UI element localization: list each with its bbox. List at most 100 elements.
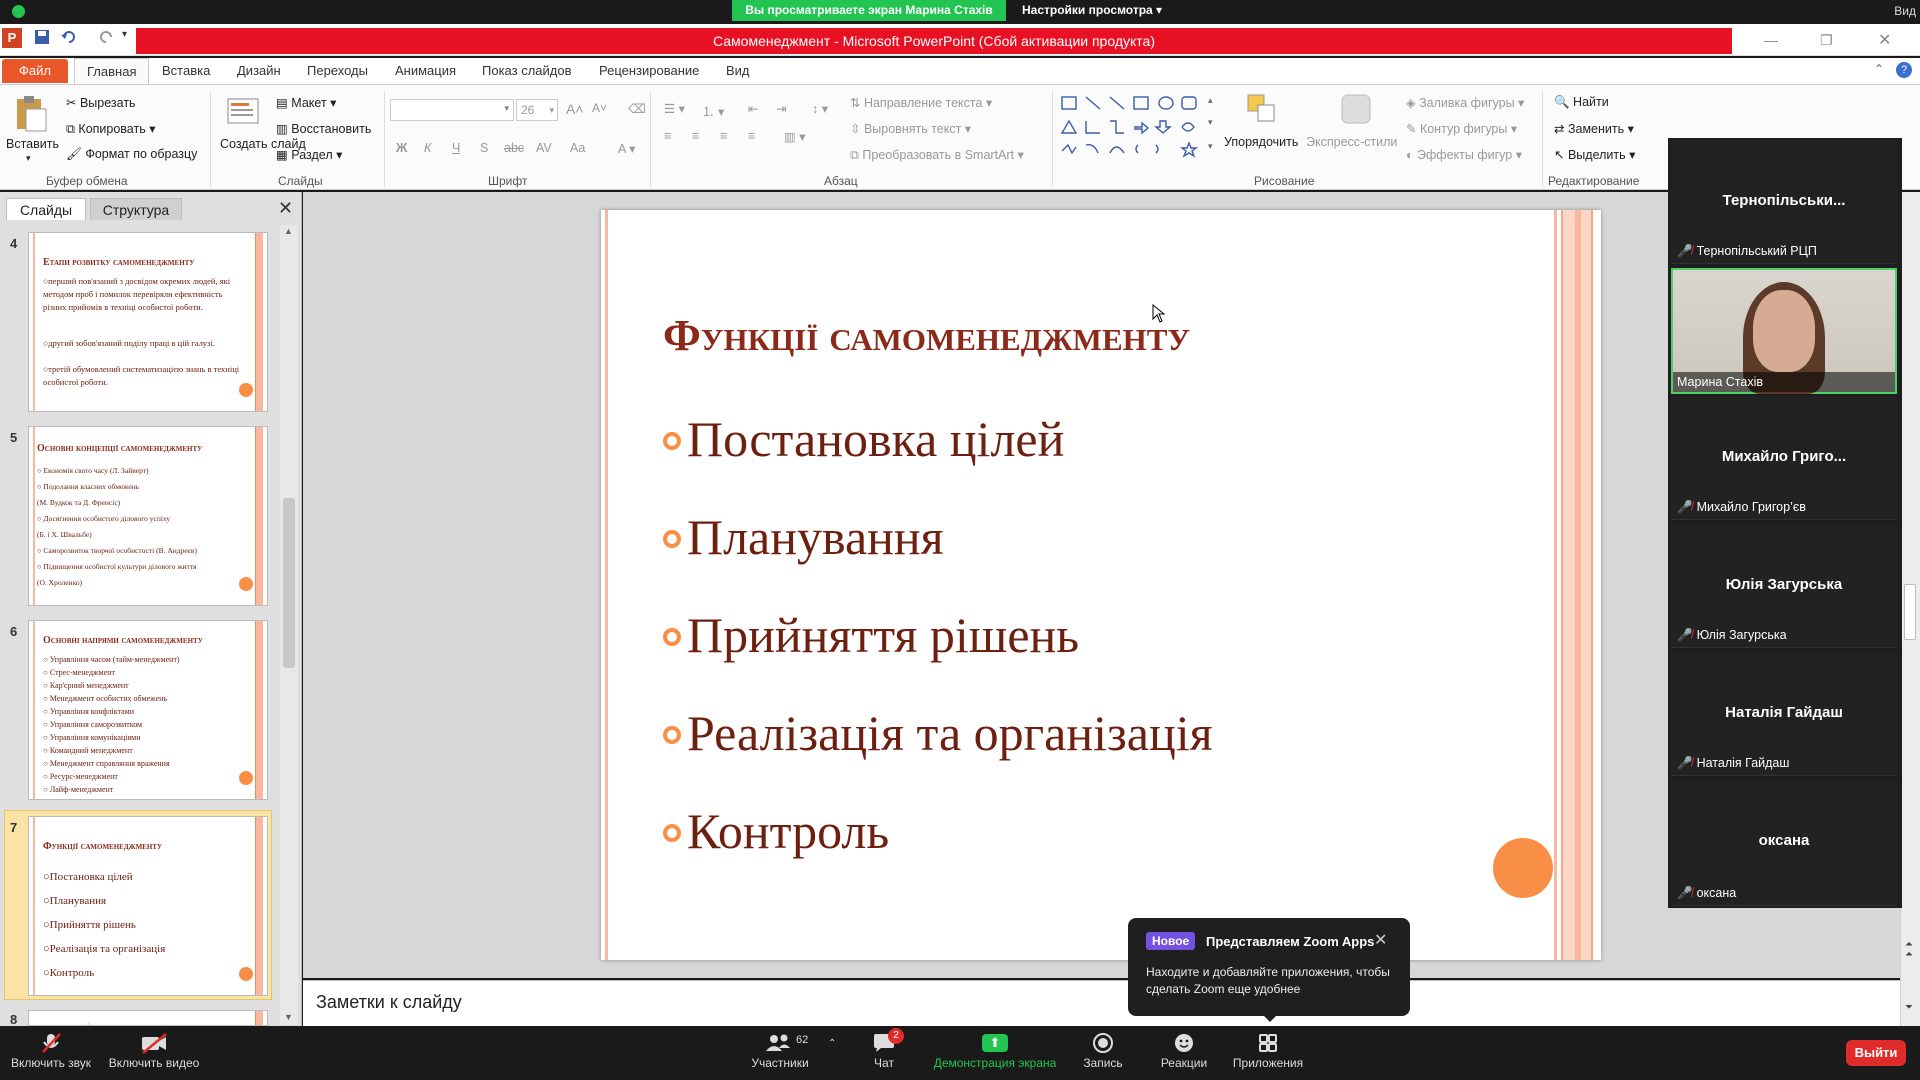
select-button[interactable]: ↖ Выделить ▾	[1554, 147, 1635, 162]
tab-slides[interactable]: Слайды	[6, 198, 86, 220]
notes-pane[interactable]	[303, 980, 1900, 1026]
numbering-icon[interactable]: ⒈ ▾	[702, 101, 724, 120]
line-spacing-icon[interactable]: ↕ ▾	[812, 101, 828, 116]
prev-slide-icon[interactable]: ⏶ ⏶	[1905, 940, 1913, 960]
help-icon[interactable]: ?	[1896, 62, 1912, 78]
save-icon[interactable]	[34, 29, 52, 47]
participant-tile[interactable]: оксана 🎤̸ оксана	[1671, 780, 1897, 906]
close-icon[interactable]: ✕	[1374, 930, 1387, 950]
slide-bullet[interactable]: Постановка цілей	[663, 410, 1064, 468]
slide-title[interactable]: Функції самоменеджменту	[663, 310, 1190, 361]
slide-thumbnail-4[interactable]: Етапи розвитку самоменеджменту ○перший п…	[28, 232, 268, 412]
participant-tile[interactable]: Наталія Гайдаш 🎤̸ Наталія Гайдаш	[1671, 652, 1897, 776]
collapse-ribbon-icon[interactable]: ⌃	[1874, 62, 1884, 76]
reset-button[interactable]: ▥ Восстановить	[276, 121, 371, 136]
gallery-up-icon[interactable]: ▴	[1208, 95, 1213, 106]
align-center-icon[interactable]: ≡	[692, 129, 699, 143]
bold-icon[interactable]: Ж	[396, 141, 407, 155]
spacing-icon[interactable]: AV	[536, 141, 552, 155]
underline-icon[interactable]: Ч	[452, 141, 460, 155]
shadow-icon[interactable]: S	[480, 141, 488, 155]
bullets-icon[interactable]: ☰ ▾	[664, 101, 685, 116]
minimize-icon[interactable]: —	[1764, 32, 1778, 48]
undo-icon[interactable]	[60, 29, 78, 47]
font-family-select[interactable]: ▾	[390, 99, 514, 121]
arrange-icon[interactable]	[1246, 93, 1280, 128]
text-direction-button[interactable]: ⇅ Направление текста ▾	[850, 95, 992, 110]
layout-button[interactable]: ▤ Макет ▾	[276, 95, 336, 110]
clear-format-icon[interactable]: ⌫	[628, 101, 646, 116]
next-slide-icon[interactable]: ⏷	[1905, 1002, 1913, 1013]
scroll-up-icon[interactable]: ▲	[284, 226, 293, 236]
scroll-down-icon[interactable]: ▼	[284, 1012, 293, 1022]
shape-fill-button[interactable]: ◈ Заливка фигуры ▾	[1406, 95, 1524, 110]
view-button[interactable]: Вид	[1866, 0, 1920, 22]
format-painter-button[interactable]: 🖌 Формат по образцу	[66, 147, 197, 162]
participant-tile[interactable]: Тернопільськи... 🎤̸ Тернопільський РЦП	[1671, 140, 1897, 264]
participants-options-icon[interactable]: ⌃	[828, 1038, 836, 1049]
slide-thumbnail-6[interactable]: Основні напрями самоменеджменту ○ Управл…	[28, 620, 268, 800]
justify-icon[interactable]: ≡	[748, 129, 755, 143]
tab-animation[interactable]: Анимация	[383, 58, 468, 84]
quick-styles-icon[interactable]	[1340, 93, 1374, 128]
font-color-icon[interactable]: A ▾	[618, 141, 635, 156]
tab-review[interactable]: Рецензирование	[587, 58, 711, 84]
columns-icon[interactable]: ▥ ▾	[784, 129, 806, 144]
paste-icon[interactable]	[14, 95, 48, 136]
leave-meeting-button[interactable]: Выйти	[1846, 1040, 1906, 1066]
decrease-indent-icon[interactable]: ⇤	[748, 101, 758, 116]
close-window-icon[interactable]: ✕	[1878, 30, 1891, 50]
font-size-select[interactable]: 26 ▾	[516, 99, 558, 121]
tab-view[interactable]: Вид	[714, 58, 762, 84]
tab-slideshow[interactable]: Показ слайдов	[470, 58, 584, 84]
slide-bullet[interactable]: Планування	[663, 508, 944, 566]
slide-thumbnail-7[interactable]: Функції самоменеджменту ○Постановка ціле…	[28, 816, 268, 996]
section-button[interactable]: ▦ Раздел ▾	[276, 147, 342, 162]
arrange-button[interactable]: Упорядочить	[1224, 135, 1298, 149]
gallery-more-icon[interactable]: ▾	[1208, 141, 1213, 152]
apps-button[interactable]: Приложения	[1228, 1026, 1308, 1080]
align-right-icon[interactable]: ≡	[720, 129, 727, 143]
view-settings-menu[interactable]: Настройки просмотра ▾	[1022, 0, 1172, 21]
new-slide-icon[interactable]	[226, 95, 260, 130]
slide-thumbnail-8[interactable]	[28, 1010, 268, 1026]
copy-button[interactable]: ⧉ Копировать ▾	[66, 121, 155, 137]
active-speaker-video[interactable]: Марина Стахів	[1671, 268, 1897, 394]
tab-file[interactable]: Файл	[2, 59, 68, 83]
gallery-down-icon[interactable]: ▾	[1208, 117, 1213, 128]
tab-transitions[interactable]: Переходы	[295, 58, 380, 84]
paste-button[interactable]: Вставить	[6, 137, 59, 151]
find-button[interactable]: 🔍 Найти	[1554, 95, 1609, 110]
editor-scrollbar-thumb[interactable]	[1904, 584, 1916, 640]
shrink-font-icon[interactable]: A˅	[592, 101, 607, 115]
shapes-gallery[interactable]	[1058, 93, 1218, 168]
smartart-button[interactable]: ⧉ Преобразовать в SmartArt ▾	[850, 147, 1024, 163]
slide-bullet[interactable]: Контроль	[663, 802, 889, 860]
slide-thumbnail-5[interactable]: Основні концепції самоменеджменту ○ Екон…	[28, 426, 268, 606]
slides-scrollbar-thumb[interactable]	[283, 498, 295, 668]
close-panel-icon[interactable]: ✕	[278, 198, 293, 219]
italic-icon[interactable]: К	[424, 141, 431, 155]
slide-bullet[interactable]: Реалізація та організація	[663, 704, 1213, 762]
current-slide[interactable]: Функції самоменеджменту Постановка цілей…	[601, 210, 1601, 960]
case-icon[interactable]: Aa	[570, 141, 585, 155]
grow-font-icon[interactable]: A˄	[566, 101, 584, 117]
participant-tile[interactable]: Михайло Григо... 🎤̸ Михайло Григор’єв	[1671, 396, 1897, 520]
quick-styles-button[interactable]: Экспресс-стили	[1306, 135, 1397, 149]
cut-button[interactable]: ✂ Вырезать	[66, 95, 136, 110]
shape-effects-button[interactable]: ◐ Эффекты фигур ▾	[1406, 147, 1522, 162]
align-text-button[interactable]: ⇳ Выровнять текст ▾	[850, 121, 971, 136]
paste-dropdown-icon[interactable]: ▾	[26, 153, 31, 164]
participant-tile[interactable]: Юлія Загурська 🎤̸ Юлія Загурська	[1671, 524, 1897, 648]
tab-design[interactable]: Дизайн	[225, 58, 293, 84]
increase-indent-icon[interactable]: ⇥	[776, 101, 786, 116]
replace-button[interactable]: ⇄ Заменить ▾	[1554, 121, 1634, 136]
reactions-button[interactable]: Реакции	[1154, 1026, 1214, 1080]
shape-outline-button[interactable]: ✎ Контур фигуры ▾	[1406, 121, 1517, 136]
align-left-icon[interactable]: ≡	[664, 129, 671, 143]
tab-outline[interactable]: Структура	[90, 198, 182, 220]
restore-icon[interactable]: ❐	[1820, 32, 1833, 49]
record-button[interactable]: Запись	[1078, 1026, 1128, 1080]
slide-bullet[interactable]: Прийняття рішень	[663, 606, 1079, 664]
tab-insert[interactable]: Вставка	[150, 58, 222, 84]
